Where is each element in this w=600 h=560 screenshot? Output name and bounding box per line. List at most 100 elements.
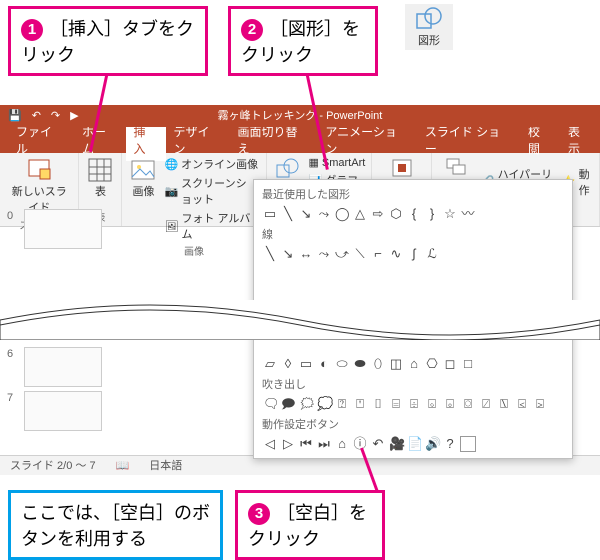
- note-text: ここでは、［空白］のボタンを利用する: [21, 503, 210, 549]
- misc-5[interactable]: ⬭: [334, 356, 350, 372]
- co-7[interactable]: ⌷: [370, 396, 386, 412]
- undo-icon[interactable]: ↶: [32, 105, 41, 127]
- table-button[interactable]: 表: [85, 155, 115, 201]
- screenshot-icon: 📷: [164, 185, 178, 198]
- line-10[interactable]: ℒ: [424, 246, 440, 262]
- co-2[interactable]: 🗩: [280, 396, 296, 412]
- action-begin[interactable]: ⏮: [298, 436, 314, 452]
- shape-rect[interactable]: ▭: [262, 206, 278, 222]
- shape-brace-r[interactable]: }: [424, 206, 440, 222]
- table-icon: [87, 157, 113, 183]
- co-13[interactable]: ⍁: [478, 396, 494, 412]
- addins-icon: [390, 157, 414, 179]
- shape-connector[interactable]: ⤳: [316, 206, 332, 222]
- co-6[interactable]: ⍞: [352, 396, 368, 412]
- action-document[interactable]: 📄: [406, 436, 422, 452]
- co-3[interactable]: 🗯: [298, 396, 314, 412]
- action-forward[interactable]: ▷: [280, 436, 296, 452]
- line-6[interactable]: ⟍: [352, 246, 368, 262]
- co-8[interactable]: ⌸: [388, 396, 404, 412]
- callout-1-num: 1: [21, 19, 43, 41]
- thumb-0[interactable]: 0: [24, 209, 102, 249]
- line-2[interactable]: ↘: [280, 246, 296, 262]
- line-9[interactable]: ʃ: [406, 246, 422, 262]
- co-15[interactable]: ⍃: [514, 396, 530, 412]
- shape-rarrow[interactable]: ⇨: [370, 206, 386, 222]
- shapes-callouts-grid: 🗨 🗩 🗯 💭 ⍰ ⍞ ⌷ ⌸ ⌹ ⌺ ⌻ ⌼ ⍁ ⍂ ⍃ ⍄: [258, 394, 568, 414]
- thumb-6[interactable]: 6: [24, 347, 102, 387]
- content-break-wave: [0, 300, 600, 340]
- misc-12[interactable]: □: [460, 356, 476, 372]
- thumb-7[interactable]: 7: [24, 391, 102, 431]
- smartart-icon: ▦: [309, 156, 319, 169]
- shape-brace-l[interactable]: {: [406, 206, 422, 222]
- action-movie[interactable]: 🎥: [388, 436, 404, 452]
- shapes-ribbon-stub[interactable]: 図形: [405, 4, 453, 50]
- co-9[interactable]: ⌹: [406, 396, 422, 412]
- shape-scribble[interactable]: 〰: [460, 206, 476, 222]
- spellcheck-icon[interactable]: 📖: [116, 456, 130, 475]
- callout-3: 3 ［空白］をクリック: [235, 490, 385, 560]
- shapes-section-callouts: 吹き出し: [258, 374, 568, 394]
- action-sound[interactable]: 🔊: [424, 436, 440, 452]
- smartart-button[interactable]: ▦SmartArt: [309, 155, 366, 170]
- callout-3-num: 3: [248, 503, 270, 525]
- image-button[interactable]: 画像: [128, 155, 158, 243]
- online-image-icon: 🌐: [164, 158, 178, 171]
- co-10[interactable]: ⌺: [424, 396, 440, 412]
- shapes-stub-label: 図形: [418, 35, 440, 47]
- line-4[interactable]: ⤳: [316, 246, 332, 262]
- action-blank[interactable]: [460, 436, 476, 452]
- action-help[interactable]: ?: [442, 436, 458, 452]
- shapes-icon: [275, 157, 301, 179]
- misc-6[interactable]: ⬬: [352, 356, 368, 372]
- start-slideshow-icon[interactable]: ▶: [70, 105, 78, 127]
- co-4[interactable]: 💭: [316, 396, 332, 412]
- misc-2[interactable]: ◊: [280, 356, 296, 372]
- misc-10[interactable]: ⎔: [424, 356, 440, 372]
- shapes-section-actions: 動作設定ボタン: [258, 414, 568, 434]
- line-3[interactable]: ↔: [298, 246, 314, 262]
- shapes-icon: [415, 6, 443, 30]
- callout-1-text: ［挿入］タブをクリック: [21, 19, 194, 65]
- co-16[interactable]: ⍄: [532, 396, 548, 412]
- callout-2-num: 2: [241, 19, 263, 41]
- shape-oval[interactable]: ◯: [334, 206, 350, 222]
- line-1[interactable]: ╲: [262, 246, 278, 262]
- shape-line-arrow[interactable]: ↘: [298, 206, 314, 222]
- window-title: 霧ヶ峰トレッキング - PowerPoint: [218, 105, 383, 127]
- action-back[interactable]: ◁: [262, 436, 278, 452]
- line-5[interactable]: ⤻: [334, 246, 350, 262]
- line-8[interactable]: ∿: [388, 246, 404, 262]
- misc-9[interactable]: ⌂: [406, 356, 422, 372]
- misc-7[interactable]: ⬯: [370, 356, 386, 372]
- action-end[interactable]: ⏭: [316, 436, 332, 452]
- misc-11[interactable]: ◻: [442, 356, 458, 372]
- co-12[interactable]: ⌼: [460, 396, 476, 412]
- language-label[interactable]: 日本語: [149, 456, 182, 475]
- save-icon[interactable]: 💾: [8, 105, 22, 127]
- co-5[interactable]: ⍰: [334, 396, 350, 412]
- line-7[interactable]: ⌐: [370, 246, 386, 262]
- slide-position: スライド 2/0 ～ 7: [10, 456, 96, 475]
- action-home[interactable]: ⌂: [334, 436, 350, 452]
- quick-access-toolbar: 💾 ↶ ↷ ▶: [8, 105, 79, 127]
- co-14[interactable]: ⍂: [496, 396, 512, 412]
- co-1[interactable]: 🗨: [262, 396, 278, 412]
- co-11[interactable]: ⌻: [442, 396, 458, 412]
- photo-album-button[interactable]: 🖼フォト アルバム ▾: [164, 209, 259, 243]
- shape-star[interactable]: ☆: [442, 206, 458, 222]
- shape-line[interactable]: ╲: [280, 206, 296, 222]
- misc-1[interactable]: ▱: [262, 356, 278, 372]
- shape-triangle[interactable]: △: [352, 206, 368, 222]
- misc-3[interactable]: ▭: [298, 356, 314, 372]
- redo-icon[interactable]: ↷: [51, 105, 60, 127]
- online-image-button[interactable]: 🌐オンライン画像: [164, 155, 259, 173]
- screenshot-button[interactable]: 📷スクリーンショット ▾: [164, 174, 259, 208]
- misc-8[interactable]: ◫: [388, 356, 404, 372]
- shape-hex[interactable]: ⬡: [388, 206, 404, 222]
- shapes-section-lines: 線: [258, 224, 568, 244]
- shapes-action-grid: ◁ ▷ ⏮ ⏭ ⌂ ⓘ ↶ 🎥 📄 🔊 ?: [258, 434, 568, 454]
- misc-4[interactable]: ◐: [316, 356, 332, 372]
- action-return[interactable]: ↶: [370, 436, 386, 452]
